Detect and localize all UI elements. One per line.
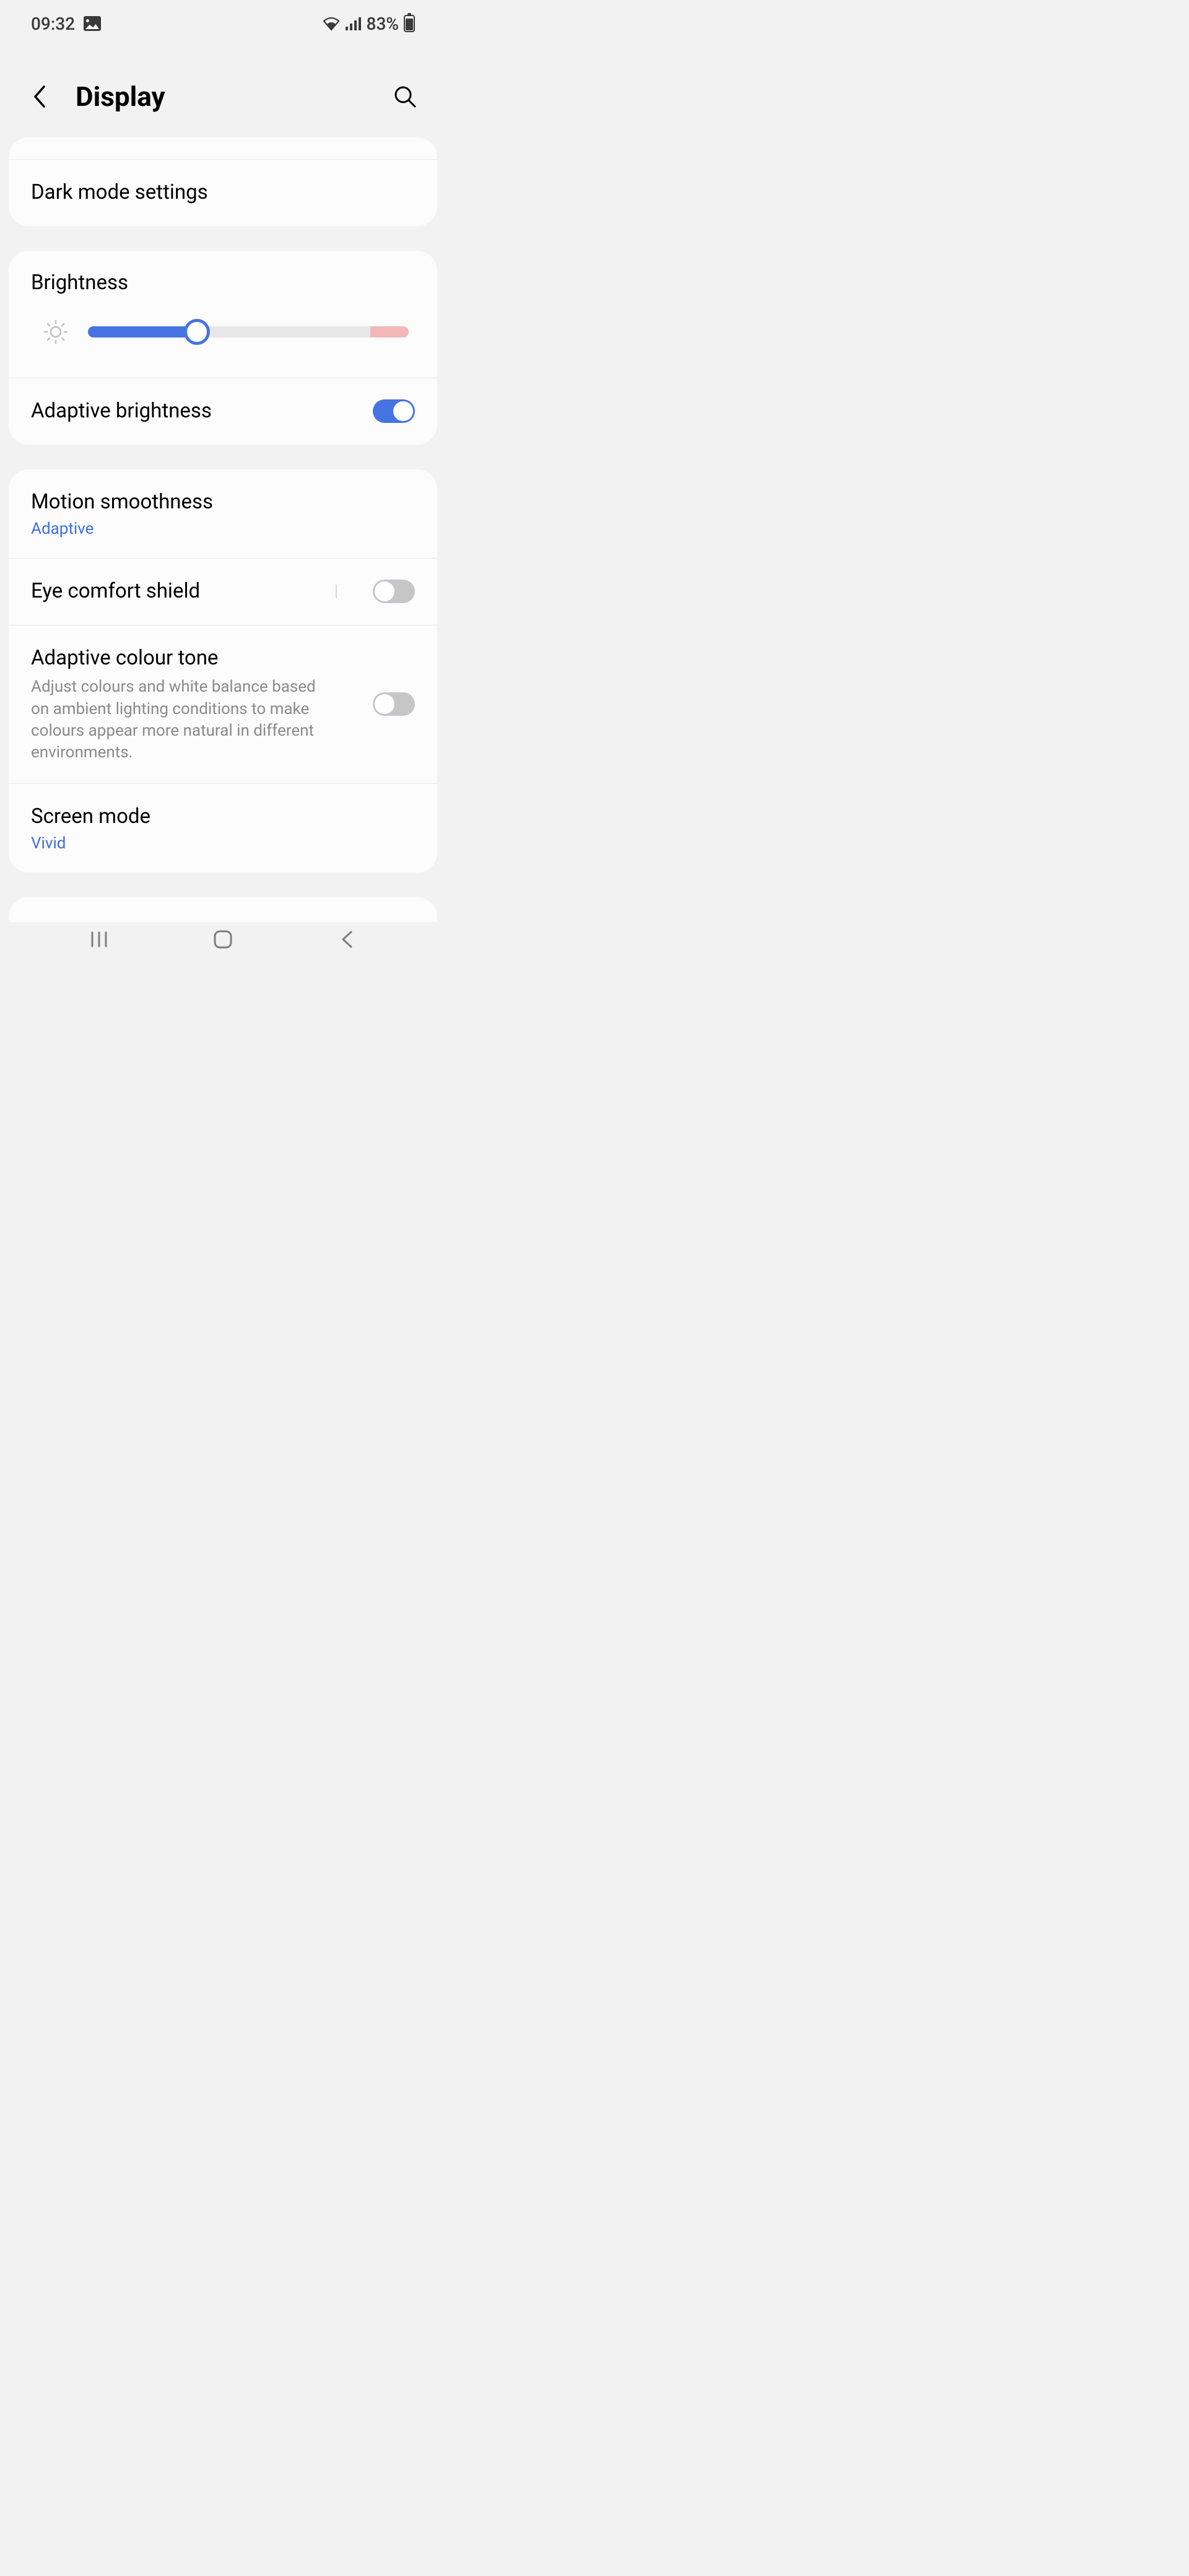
page-title: Display bbox=[76, 80, 368, 113]
battery-icon bbox=[404, 15, 415, 32]
toggle-adaptive-colour[interactable] bbox=[373, 692, 415, 716]
card-brightness: Brightness Adaptive brightness bbox=[9, 251, 437, 445]
label-eye-comfort: Eye comfort shield bbox=[31, 578, 342, 605]
brightness-slider[interactable] bbox=[88, 326, 409, 337]
toggle-eye-comfort[interactable] bbox=[373, 580, 415, 603]
brightness-icon bbox=[37, 313, 74, 350]
back-button[interactable] bbox=[26, 83, 53, 110]
card-dark-mode: Dark mode settings bbox=[9, 137, 437, 226]
value-motion-smoothness: Adaptive bbox=[31, 520, 415, 538]
android-nav-bar bbox=[0, 913, 446, 966]
wifi-icon bbox=[322, 16, 341, 31]
row-eye-comfort[interactable]: Eye comfort shield bbox=[9, 558, 437, 625]
card-display-options: Motion smoothness Adaptive Eye comfort s… bbox=[9, 469, 437, 872]
row-motion-smoothness[interactable]: Motion smoothness Adaptive bbox=[9, 469, 437, 558]
status-time: 09:32 bbox=[31, 14, 75, 34]
label-screen-mode: Screen mode bbox=[31, 804, 415, 830]
page-header: Display bbox=[0, 47, 446, 137]
row-adaptive-brightness[interactable]: Adaptive brightness bbox=[9, 378, 437, 445]
row-screen-mode[interactable]: Screen mode Vivid bbox=[9, 783, 437, 872]
screenshot-notification-icon bbox=[84, 16, 101, 31]
toggle-adaptive-brightness[interactable] bbox=[373, 399, 415, 423]
label-brightness: Brightness bbox=[31, 271, 415, 313]
nav-back-button[interactable] bbox=[322, 921, 372, 958]
home-button[interactable] bbox=[198, 921, 248, 958]
label-adaptive-brightness: Adaptive brightness bbox=[31, 398, 212, 425]
desc-adaptive-colour: Adjust colours and white balance based o… bbox=[31, 676, 334, 763]
row-brightness: Brightness bbox=[9, 251, 437, 378]
card-top-divider bbox=[9, 137, 437, 160]
row-dark-mode-settings[interactable]: Dark mode settings bbox=[9, 160, 437, 226]
battery-percent: 83% bbox=[367, 14, 399, 34]
label-dark-mode: Dark mode settings bbox=[31, 180, 208, 206]
search-button[interactable] bbox=[390, 82, 420, 111]
recents-button[interactable] bbox=[74, 921, 124, 958]
label-motion-smoothness: Motion smoothness bbox=[31, 489, 415, 516]
row-adaptive-colour-tone[interactable]: Adaptive colour tone Adjust colours and … bbox=[9, 625, 437, 783]
signal-icon bbox=[346, 17, 362, 30]
label-adaptive-colour: Adaptive colour tone bbox=[31, 645, 360, 672]
status-bar: 09:32 83% bbox=[0, 0, 446, 47]
row-divider-vertical bbox=[336, 585, 337, 598]
value-screen-mode: Vivid bbox=[31, 834, 415, 853]
